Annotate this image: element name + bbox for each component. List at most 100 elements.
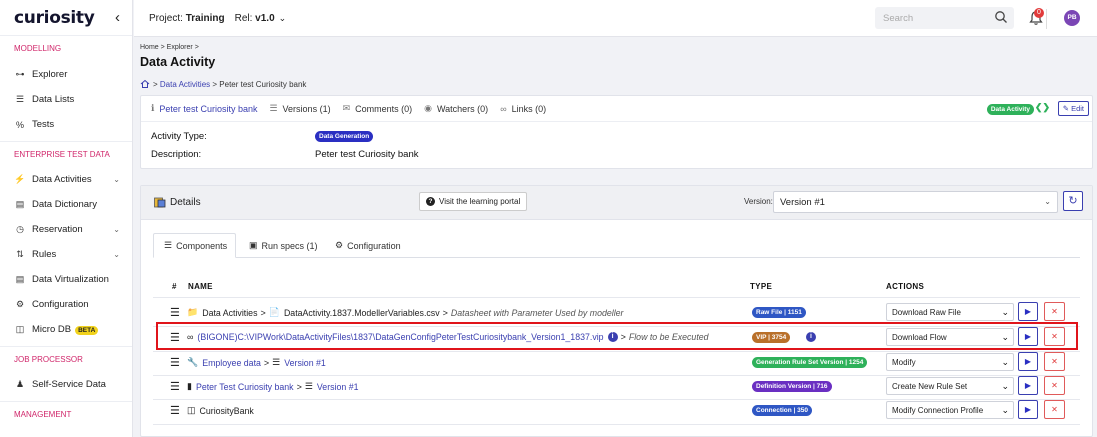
delete-button[interactable]: ✕ xyxy=(1044,400,1065,419)
tests-icon: % xyxy=(15,119,24,130)
type-badge: Connection | 350 xyxy=(752,405,813,416)
version-value: Version #1 xyxy=(780,197,825,208)
action-select[interactable]: Modify Connection Profile ⌄ xyxy=(886,401,1014,419)
sidebar: curiosity ‹ MODELLING ⊶ Explorer ☰ Data … xyxy=(0,0,133,437)
release-value: v1.0 xyxy=(255,12,275,24)
run-icon: ▣ xyxy=(249,240,258,250)
delete-button[interactable]: ✕ xyxy=(1044,352,1065,371)
notification-count-badge: 0 xyxy=(1034,8,1044,18)
tab-label: Components xyxy=(176,240,228,251)
version-select[interactable]: Version #1 ⌄ xyxy=(773,191,1058,213)
sidebar-item-reservation[interactable]: ◷ Reservation ⌄ xyxy=(0,217,132,242)
sidebar-item-rules[interactable]: ⇅ Rules ⌄ xyxy=(0,242,132,267)
sub-breadcrumb: > Data Activities > Peter test Curiosity… xyxy=(140,79,306,89)
component-link[interactable]: Version #1 xyxy=(317,382,359,392)
action-select[interactable]: Create New Rule Set ⌄ xyxy=(886,377,1014,395)
learning-portal-button[interactable]: ? Visit the learning portal xyxy=(419,192,528,211)
gear-icon: ⚙ xyxy=(335,240,344,250)
type-badge: Raw File | 1151 xyxy=(752,307,806,318)
sidebar-item-configuration[interactable]: ⚙ Configuration xyxy=(0,292,132,317)
database-icon: ◫ xyxy=(187,405,196,415)
info-icon: ℹ xyxy=(151,103,155,113)
sidebar-item-label: Configuration xyxy=(32,299,89,310)
chevron-right-icon: > xyxy=(260,307,266,318)
run-action-button[interactable]: ▶ xyxy=(1018,400,1038,419)
release-selector[interactable]: Rel: v1.0 ⌄ xyxy=(235,13,287,24)
search-input[interactable]: Search xyxy=(875,7,1014,29)
database-icon: ◫ xyxy=(15,324,25,334)
activity-type-label: Activity Type: xyxy=(151,131,207,142)
sidebar-item-label: Data Lists xyxy=(32,94,75,105)
type-badge: Generation Rule Set Version | 1254 xyxy=(752,357,868,368)
breadcrumb-explorer[interactable]: Explorer xyxy=(167,44,193,51)
run-action-button[interactable]: ▶ xyxy=(1018,376,1038,395)
drag-handle-icon[interactable]: ☰ xyxy=(170,306,180,319)
drag-handle-icon[interactable]: ☰ xyxy=(170,356,180,369)
collapse-sidebar-icon[interactable]: ‹ xyxy=(115,9,120,26)
sidebar-item-explorer[interactable]: ⊶ Explorer xyxy=(0,62,132,87)
sidebar-item-label: Data Dictionary xyxy=(32,199,97,210)
layers-icon: ☰ xyxy=(269,103,278,113)
details-icon xyxy=(154,197,166,208)
run-action-button[interactable]: ▶ xyxy=(1018,352,1038,371)
layers-icon: ☰ xyxy=(304,381,313,391)
drag-handle-icon[interactable]: ☰ xyxy=(170,404,180,417)
action-select[interactable]: Download Raw File ⌄ xyxy=(886,303,1014,321)
comments-link[interactable]: ✉ Comments (0) xyxy=(343,103,413,114)
wrench-icon: 🔧 xyxy=(187,357,199,367)
sidebar-item-label: Micro DB xyxy=(32,324,72,335)
versions-link[interactable]: ☰ Versions (1) xyxy=(269,103,330,114)
tab-label: Run specs (1) xyxy=(261,240,318,251)
app-logo[interactable]: curiosity xyxy=(14,8,95,28)
search-icon[interactable] xyxy=(994,10,1008,24)
code-icon[interactable]: ❮❯ xyxy=(1035,102,1050,113)
chevron-down-icon: ⌄ xyxy=(1001,405,1009,415)
chevron-right-icon: > xyxy=(263,357,270,368)
sidebar-item-data-dictionary[interactable]: ▤ Data Dictionary xyxy=(0,192,132,217)
tab-components[interactable]: ☰ Components xyxy=(153,233,236,258)
breadcrumb-data-activities[interactable]: Data Activities xyxy=(160,80,210,89)
sidebar-item-label: Data Activities xyxy=(32,174,92,185)
activity-name-link[interactable]: ℹ Peter test Curiosity bank xyxy=(151,103,257,114)
sidebar-item-data-activities[interactable]: ⚡ Data Activities ⌄ xyxy=(0,167,132,192)
component-link[interactable]: Peter Test Curiosity bank xyxy=(196,382,294,392)
tab-configuration[interactable]: ⚙ Configuration xyxy=(325,233,411,258)
action-value: Create New Rule Set xyxy=(892,382,968,391)
delete-button[interactable]: ✕ xyxy=(1044,376,1065,395)
component-name: ◫ CuriosityBank xyxy=(187,405,254,416)
component-link[interactable]: Version #1 xyxy=(284,358,326,368)
versions-label: Versions (1) xyxy=(282,103,331,114)
sidebar-item-micro-db[interactable]: ◫ Micro DB BETA xyxy=(0,317,132,342)
details-title-text: Details xyxy=(170,197,201,208)
project-label: Project: xyxy=(149,12,183,24)
component-note: Datasheet with Parameter Used by modelle… xyxy=(450,307,624,318)
chevron-down-icon: ⌄ xyxy=(1001,381,1009,391)
file-icon: 📄 xyxy=(268,307,280,317)
tab-run-specs[interactable]: ▣ Run specs (1) xyxy=(239,233,328,258)
column-header-type: TYPE xyxy=(750,282,773,291)
project-selector[interactable]: Project: Training xyxy=(149,13,225,24)
links-link[interactable]: ∞ Links (0) xyxy=(500,104,546,114)
drag-handle-icon[interactable]: ☰ xyxy=(170,380,180,393)
component-link[interactable]: Employee data xyxy=(202,358,261,368)
breadcrumb: Home > Explorer > xyxy=(140,44,199,51)
sidebar-item-data-lists[interactable]: ☰ Data Lists xyxy=(0,87,132,112)
run-action-button[interactable]: ▶ xyxy=(1018,302,1038,321)
list-icon: ☰ xyxy=(164,240,173,250)
links-label: Links (0) xyxy=(511,103,547,114)
watchers-link[interactable]: ◉ Watchers (0) xyxy=(424,103,488,114)
delete-button[interactable]: ✕ xyxy=(1044,302,1065,321)
divider xyxy=(153,297,1080,298)
action-select[interactable]: Modify ⌄ xyxy=(886,353,1014,371)
breadcrumb-home[interactable]: Home xyxy=(140,44,159,51)
edit-label: Edit xyxy=(1071,104,1084,113)
bolt-icon: ⚡ xyxy=(14,174,26,184)
sidebar-item-self-service-data[interactable]: ♟ Self-Service Data xyxy=(0,372,132,397)
avatar[interactable]: PB xyxy=(1064,10,1080,26)
home-icon[interactable] xyxy=(140,79,150,89)
edit-button[interactable]: ✎ Edit xyxy=(1057,101,1089,116)
sidebar-item-tests[interactable]: % Tests xyxy=(0,112,132,137)
refresh-button[interactable]: ↻ xyxy=(1063,191,1083,211)
folder-icon: 📁 xyxy=(187,307,199,317)
sidebar-item-data-virtualization[interactable]: ▤ Data Virtualization xyxy=(0,267,132,292)
